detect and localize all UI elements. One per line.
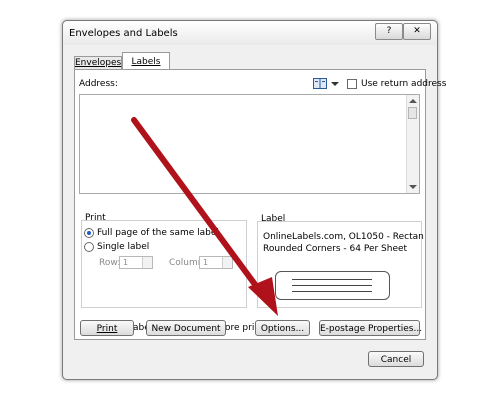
scroll-thumb[interactable] [408, 107, 417, 119]
address-book-icon[interactable] [313, 78, 327, 89]
dialog-title: Envelopes and Labels [69, 28, 178, 39]
label-preview[interactable] [275, 271, 390, 300]
use-return-address-label: Use return address [361, 79, 447, 89]
preview-line [292, 279, 372, 280]
chevron-down-icon[interactable] [331, 80, 339, 88]
cancel-button[interactable]: Cancel [368, 351, 424, 367]
scroll-down-icon[interactable] [409, 183, 417, 191]
use-return-address-checkbox[interactable] [347, 79, 357, 89]
new-document-button[interactable]: New Document [146, 320, 226, 336]
full-page-label: Full page of the same label [97, 228, 219, 238]
close-icon: ✕ [413, 26, 421, 36]
help-icon: ? [386, 26, 392, 36]
row-spinner-buttons[interactable] [142, 257, 152, 268]
row-spinner[interactable]: 1 [119, 256, 153, 269]
column-spinner-buttons[interactable] [222, 257, 232, 268]
address-scrollbar[interactable] [406, 95, 419, 193]
tab-envelopes[interactable]: Envelopes [74, 56, 122, 70]
column-spinner[interactable]: 1 [199, 256, 233, 269]
title-bar[interactable]: Envelopes and Labels ? ✕ [63, 21, 437, 45]
preview-line [292, 285, 372, 286]
options-button[interactable]: Options... [255, 320, 310, 336]
address-label: Address: [79, 79, 118, 89]
label-product-line2[interactable]: Rounded Corners - 64 Per Sheet [263, 244, 407, 254]
address-textarea[interactable] [79, 94, 420, 194]
label-product-line1[interactable]: OnlineLabels.com, OL1050 - Rectan [263, 232, 424, 242]
preview-line [292, 291, 372, 292]
envelopes-and-labels-dialog: Envelopes and Labels ? ✕ Envelopes Label… [62, 20, 446, 380]
full-page-radio[interactable] [84, 228, 94, 238]
labels-tab-panel: Address: Use return address Print Full p… [74, 69, 446, 340]
print-button[interactable]: Print [80, 320, 134, 336]
close-button[interactable]: ✕ [403, 23, 431, 40]
tab-labels-label: Labels [131, 57, 161, 67]
scroll-up-icon[interactable] [409, 97, 417, 105]
single-label-radio[interactable] [84, 242, 94, 252]
row-label: Row: [99, 258, 121, 268]
help-button[interactable]: ? [375, 23, 403, 40]
column-value: 1 [203, 258, 209, 267]
single-label-label: Single label [97, 242, 150, 252]
tab-envelopes-label: Envelopes [75, 58, 122, 68]
row-value: 1 [123, 258, 129, 267]
e-postage-properties-button[interactable]: E-postage Properties... [319, 320, 422, 336]
